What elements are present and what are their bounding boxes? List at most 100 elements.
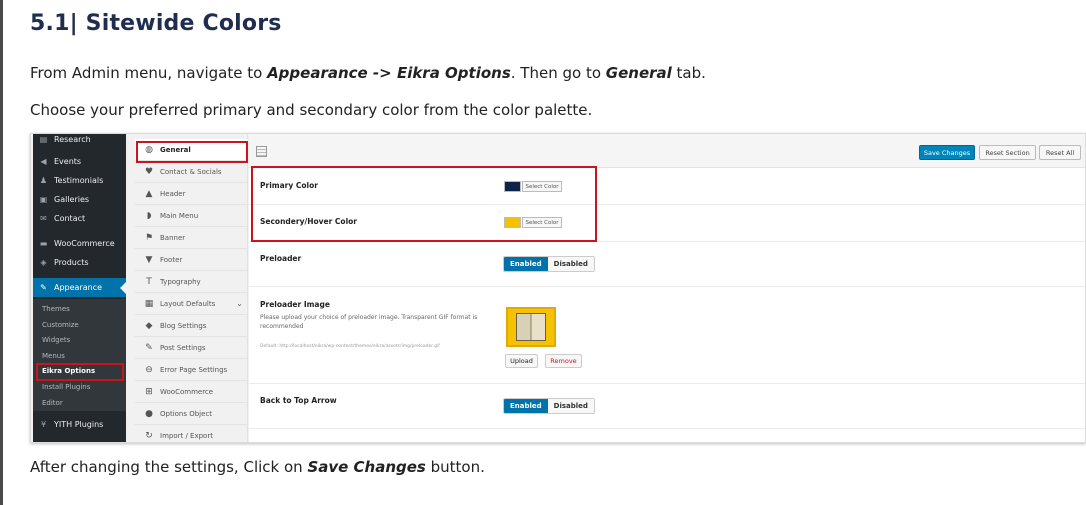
tag-icon: ◆ [145,320,153,331]
left-border [0,0,3,505]
options-tab-contact-socials[interactable]: ♥ Contact & Socials [135,161,248,183]
wp-menu-testimonials[interactable]: ♟ Testimonials [33,171,126,190]
para1-text: From Admin menu, navigate to [30,64,268,82]
options-tab-woocommerce[interactable]: ⊞ WooCommerce [135,381,248,403]
text-icon: T [146,276,152,287]
wp-menu-label: Products [54,258,89,267]
reset-section-button[interactable]: Reset Section [979,145,1036,160]
options-tab-label: Import / Export [160,431,213,440]
wp-menu-yith-plugins[interactable]: ¥ YITH Plugins [33,415,126,434]
para3-emphasis: Save Changes [307,458,426,476]
options-tab-label: Blog Settings [160,321,207,330]
submenu-customize[interactable]: Customize [42,321,79,329]
preloader-image-preview [506,307,556,347]
options-tab-layout-defaults[interactable]: ▦ Layout Defaults ⌄ [135,293,248,315]
person-icon: ♟ [39,176,48,185]
preloader-toggle[interactable]: Enabled Disabled [503,256,595,272]
expand-grid-icon[interactable] [256,146,267,157]
options-tab-header[interactable]: ▲ Header [135,183,248,205]
options-tab-label: Banner [160,233,186,242]
options-toolbar: Save Changes Reset Section Reset All [249,134,1085,168]
admin-screenshot: ▤ Research ◀ Events ♟ Testimonials ▣ Galleri… [30,133,1086,443]
twitter-icon: ♥ [144,166,154,177]
back-to-top-enabled[interactable]: Enabled [504,399,548,413]
wp-menu-label: Events [54,157,82,166]
preloader-image-label: Preloader Image [260,300,330,309]
preloader-disabled[interactable]: Disabled [547,257,594,271]
submenu-editor[interactable]: Editor [42,399,63,407]
brush-icon: ✎ [40,283,47,292]
wp-menu-label: Research [54,135,91,144]
para3-text: After changing the settings, Click on [30,458,308,476]
options-tab-label: Post Settings [160,343,206,352]
row-divider [249,383,1085,384]
options-tab-typography[interactable]: T Typography [135,271,248,293]
para3-text-end: button. [425,458,485,476]
options-tab-label: Error Page Settings [160,365,228,374]
para1-text-end: tab. [671,64,706,82]
megaphone-icon: ◀ [40,157,47,166]
submenu-themes[interactable]: Themes [42,305,70,313]
instruction-paragraph-3: After changing the settings, Click on Sa… [30,458,485,476]
submenu-install-plugins[interactable]: Install Plugins [42,383,90,391]
page-title: 5.1| Sitewide Colors [30,11,282,36]
wp-menu-appearance[interactable]: ✎ Appearance [33,278,126,297]
wp-menu-label: YITH Plugins [54,420,104,429]
general-tab-highlight [136,141,248,163]
wp-menu-products[interactable]: ◈ Products [33,253,126,272]
options-tab-error-page[interactable]: ⊖ Error Page Settings [135,359,248,381]
para1-emphasis-path: Appearance -> Eikra Options [267,64,511,82]
options-tab-label: Footer [160,255,183,264]
remove-button[interactable]: Remove [545,354,582,368]
back-to-top-toggle[interactable]: Enabled Disabled [503,398,595,414]
submenu-widgets[interactable]: Widgets [42,336,70,344]
shield-icon: ◗ [146,210,152,221]
para1-emphasis-tab: General [605,64,672,82]
options-tab-options-object[interactable]: ● Options Object [135,403,248,425]
refresh-icon: ↻ [145,430,153,441]
wp-menu-galleries[interactable]: ▣ Galleries [33,190,126,209]
preloader-image-description: Please upload your choice of preloader i… [260,314,478,330]
options-tab-banner[interactable]: ⚑ Banner [135,227,248,249]
wp-menu-research[interactable]: ▤ Research [33,134,126,149]
reset-all-button[interactable]: Reset All [1039,145,1081,160]
wp-menu-label: WooCommerce [54,239,115,248]
options-tab-footer[interactable]: ▼ Footer [135,249,248,271]
list-icon: ▤ [39,135,48,144]
minus-circle-icon: ⊖ [145,364,153,375]
back-to-top-disabled[interactable]: Disabled [547,399,594,413]
wp-menu-label: Testimonials [54,176,104,185]
preloader-enabled[interactable]: Enabled [504,257,548,271]
instruction-paragraph-1: From Admin menu, navigate to Appearance … [30,64,706,82]
save-changes-button[interactable]: Save Changes [919,145,975,160]
options-tab-blog-settings[interactable]: ◆ Blog Settings [135,315,248,337]
para1-text-mid: . Then go to [510,64,606,82]
yith-icon: ¥ [40,420,47,429]
wp-menu-woocommerce[interactable]: ▬ WooCommerce [33,234,126,253]
cart-icon: ⊞ [145,386,153,397]
options-tab-label: Contact & Socials [160,167,222,176]
flag-icon: ⚑ [144,232,154,243]
mail-icon: ✉ [40,214,47,223]
color-fields-highlight [251,166,597,242]
submenu-menus[interactable]: Menus [42,352,65,360]
wp-menu-label: Appearance [54,283,103,292]
options-tab-main-menu[interactable]: ◗ Main Menu [135,205,248,227]
image-icon: ▣ [39,195,48,204]
box-icon: ◈ [40,258,47,267]
options-tab-import-export[interactable]: ↻ Import / Export [135,425,248,442]
wp-menu-events[interactable]: ◀ Events [33,152,126,171]
wp-menu-contact[interactable]: ✉ Contact [33,209,126,228]
upload-button[interactable]: Upload [505,354,538,368]
wp-menu-label: Galleries [54,195,90,204]
options-tab-label: Layout Defaults [160,299,216,308]
wp-admin-menu: ▤ Research ◀ Events ♟ Testimonials ▣ Galleri… [33,134,126,442]
options-tab-label: Header [160,189,186,198]
options-sidebar: ◍ General ♥ Contact & Socials ▲ Header ◗ Mai… [135,134,248,442]
triangle-down-icon: ▼ [145,254,153,265]
info-icon: ● [145,408,153,419]
appearance-submenu: Themes Customize Widgets Menus Eikra Opt… [33,299,126,411]
options-tab-label: Options Object [160,409,213,418]
options-tab-post-settings[interactable]: ✎ Post Settings [135,337,248,359]
preloader-label: Preloader [260,254,302,263]
